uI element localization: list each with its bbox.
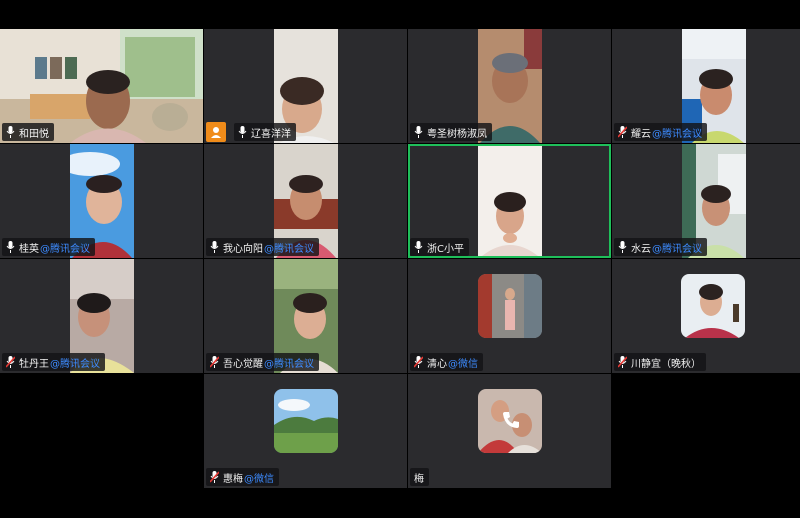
participant-name: 浙C小平 bbox=[427, 243, 464, 255]
microphone-muted-icon[interactable] bbox=[618, 126, 627, 138]
participant-avatar bbox=[478, 274, 542, 338]
participant-tile-12[interactable]: 川静宜（晚秋） bbox=[612, 259, 800, 373]
participant-name: 粤圣树杨淑凤 bbox=[427, 128, 487, 140]
participant-source: @腾讯会议 bbox=[264, 358, 314, 370]
microphone-muted-icon[interactable] bbox=[414, 356, 423, 368]
participant-name: 牡丹王 bbox=[19, 358, 49, 370]
participant-label: 和田悦 bbox=[2, 123, 54, 141]
participant-tile-2[interactable]: 辽喜洋洋 bbox=[204, 29, 407, 143]
microphone-icon[interactable] bbox=[414, 241, 423, 253]
participant-tile-5[interactable]: 桂英 @腾讯会议 bbox=[0, 144, 203, 258]
participant-label: 牡丹王 @腾讯会议 bbox=[2, 353, 105, 371]
participant-label: 桂英 @腾讯会议 bbox=[2, 238, 95, 256]
microphone-icon[interactable] bbox=[6, 126, 15, 138]
participant-label: 川静宜（晚秋） bbox=[614, 353, 706, 371]
participant-video bbox=[478, 146, 542, 256]
participant-tile-4[interactable]: 耀云 @腾讯会议 bbox=[612, 29, 800, 143]
participant-name: 惠梅 bbox=[223, 473, 243, 485]
participant-name: 耀云 bbox=[631, 128, 651, 140]
microphone-icon[interactable] bbox=[414, 126, 423, 138]
participant-name: 桂英 bbox=[19, 243, 39, 255]
participant-label: 清心 @微信 bbox=[410, 353, 483, 371]
participant-tile-13[interactable]: 惠梅 @微信 bbox=[204, 374, 407, 488]
participant-name: 水云 bbox=[631, 243, 651, 255]
participant-tile-10[interactable]: 吾心觉醒 @腾讯会议 bbox=[204, 259, 407, 373]
microphone-muted-icon[interactable] bbox=[210, 471, 219, 483]
participant-name: 吾心觉醒 bbox=[223, 358, 263, 370]
microphone-muted-icon[interactable] bbox=[210, 356, 219, 368]
participant-label: 辽喜洋洋 bbox=[206, 122, 296, 142]
participant-tile-7[interactable]: 浙C小平 bbox=[408, 144, 611, 258]
participant-label: 梅 bbox=[410, 468, 429, 486]
participant-label: 耀云 @腾讯会议 bbox=[614, 123, 707, 141]
participant-source: @腾讯会议 bbox=[652, 128, 702, 140]
participant-tile-3[interactable]: 粤圣树杨淑凤 bbox=[408, 29, 611, 143]
participant-tile-11[interactable]: 清心 @微信 bbox=[408, 259, 611, 373]
participant-tile-6[interactable]: 我心向阳 @腾讯会议 bbox=[204, 144, 407, 258]
participant-source: @腾讯会议 bbox=[50, 358, 100, 370]
participant-source: @腾讯会议 bbox=[652, 243, 702, 255]
microphone-icon[interactable] bbox=[238, 126, 247, 138]
participant-source: @微信 bbox=[448, 358, 478, 370]
participant-label: 吾心觉醒 @腾讯会议 bbox=[206, 353, 319, 371]
participant-name: 川静宜（晚秋） bbox=[631, 358, 701, 370]
participant-tile-8[interactable]: 水云 @腾讯会议 bbox=[612, 144, 800, 258]
participant-tile-14[interactable]: 梅 bbox=[408, 374, 611, 488]
participant-avatar bbox=[681, 274, 745, 338]
participant-tile-1[interactable]: 和田悦 bbox=[0, 29, 203, 143]
microphone-icon[interactable] bbox=[210, 241, 219, 253]
participant-avatar bbox=[274, 389, 338, 453]
participant-source: @微信 bbox=[244, 473, 274, 485]
participant-name: 辽喜洋洋 bbox=[251, 128, 291, 140]
participant-name: 我心向阳 bbox=[223, 243, 263, 255]
microphone-icon[interactable] bbox=[6, 241, 15, 253]
microphone-icon[interactable] bbox=[618, 241, 627, 253]
participant-source: @腾讯会议 bbox=[264, 243, 314, 255]
microphone-muted-icon[interactable] bbox=[618, 356, 627, 368]
participant-label: 粤圣树杨淑凤 bbox=[410, 123, 492, 141]
participant-label: 浙C小平 bbox=[410, 238, 469, 256]
participant-name: 梅 bbox=[414, 473, 424, 485]
participant-label: 我心向阳 @腾讯会议 bbox=[206, 238, 319, 256]
participant-source: @腾讯会议 bbox=[40, 243, 90, 255]
participant-name: 和田悦 bbox=[19, 128, 49, 140]
user-avatar-icon bbox=[206, 122, 226, 142]
participant-label: 惠梅 @微信 bbox=[206, 468, 279, 486]
microphone-muted-icon[interactable] bbox=[6, 356, 15, 368]
participant-label: 水云 @腾讯会议 bbox=[614, 238, 707, 256]
participant-tile-9[interactable]: 牡丹王 @腾讯会议 bbox=[0, 259, 203, 373]
participant-name: 清心 bbox=[427, 358, 447, 370]
phone-icon bbox=[501, 410, 521, 430]
